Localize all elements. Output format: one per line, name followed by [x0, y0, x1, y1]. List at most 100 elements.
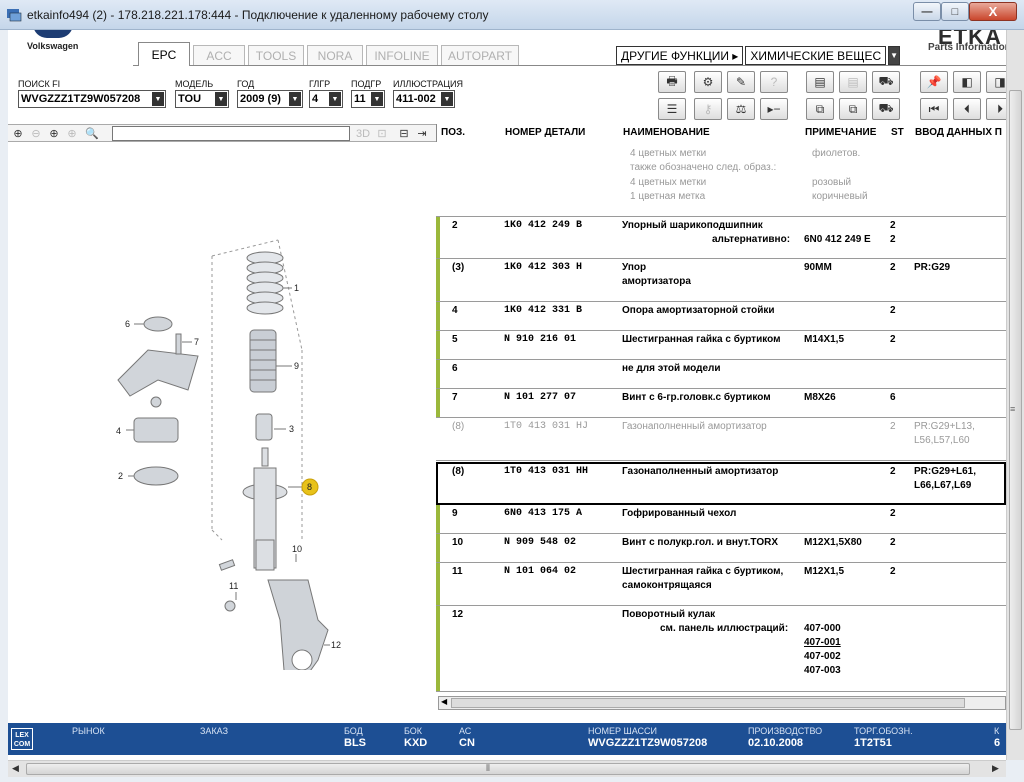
chevron-down-icon[interactable]: ▼: [888, 46, 901, 65]
bod-label: БОД: [344, 726, 363, 736]
balance-button[interactable]: ⚖: [727, 98, 755, 120]
cart-add-button[interactable]: ⛟: [872, 98, 900, 120]
illustration-link[interactable]: 407-002: [804, 651, 841, 662]
previous-button[interactable]: ⏴: [953, 98, 981, 120]
vertical-scrollbar[interactable]: ≡: [1006, 30, 1024, 760]
service-button[interactable]: ⚙: [694, 71, 722, 93]
other-functions-button[interactable]: ДРУГИЕ ФУНКЦИИ ▸: [616, 46, 744, 65]
pin-button[interactable]: 📌: [920, 71, 948, 93]
close-button[interactable]: X: [969, 2, 1017, 21]
tab-autopart[interactable]: AUTOPART: [441, 45, 519, 65]
3d-button[interactable]: 3D: [354, 126, 372, 141]
first-button[interactable]: ⏮: [920, 98, 948, 120]
model-label: МОДЕЛЬ: [175, 79, 214, 89]
help-button[interactable]: ?: [760, 71, 788, 93]
table-row[interactable]: (8) 1T0 413 031 HJ Газонаполненный аморт…: [436, 418, 1006, 461]
search-fi-select[interactable]: WVGZZZ1TZ9W057208 ▼: [18, 90, 166, 108]
subgroup-select[interactable]: 11 ▼: [351, 90, 385, 108]
scroll-left-icon[interactable]: ◀: [441, 697, 447, 706]
vin-label: НОМЕР ШАССИ: [588, 726, 658, 736]
chemicals-select[interactable]: ХИМИЧЕСКИЕ ВЕЩЕС: [745, 46, 887, 65]
scroll-right-icon[interactable]: ▶: [992, 763, 999, 774]
copy-button[interactable]: ⧉: [806, 98, 834, 120]
key-button[interactable]: ⚷: [694, 98, 722, 120]
scroll-thumb[interactable]: [451, 698, 965, 708]
row-accent: [436, 259, 440, 301]
callout-1[interactable]: 1: [294, 283, 299, 293]
column-part-number[interactable]: НОМЕР ДЕТАЛИ: [505, 127, 585, 138]
table-row[interactable]: (3) 1K0 412 303 H Упор амортизатора 90MM…: [436, 259, 1006, 302]
callout-6[interactable]: 6: [125, 319, 130, 329]
tab-infoline[interactable]: INFOLINE: [366, 45, 438, 65]
printer-icon: 🖶: [666, 73, 678, 88]
year-select[interactable]: 2009 (9) ▼: [237, 90, 303, 108]
book-icon: ◧: [961, 75, 973, 89]
zoom-reset-button[interactable]: ⊕: [64, 126, 80, 141]
tools-button[interactable]: ✎: [727, 71, 755, 93]
column-note[interactable]: ПРИМЕЧАНИЕ: [805, 127, 876, 138]
next-minus-button[interactable]: ▸−: [760, 98, 788, 120]
minimize-button[interactable]: —: [913, 2, 941, 21]
table-row[interactable]: 6 не для этой модели: [436, 360, 1006, 389]
table-row[interactable]: 4 1K0 412 331 B Опора амортизаторной сто…: [436, 302, 1006, 331]
zoom-fit-button[interactable]: ⊕: [46, 126, 62, 141]
search-fi-label: ПОИСК FI: [18, 79, 61, 89]
table-row-selected[interactable]: (8) 1T0 413 031 HH Газонаполненный аморт…: [436, 462, 1006, 505]
zoom-out-button[interactable]: ⊖: [28, 126, 44, 141]
cart-button[interactable]: ⛟: [872, 71, 900, 93]
callout-7[interactable]: 7: [194, 337, 199, 347]
paste-button[interactable]: ⧉: [839, 98, 867, 120]
table-row[interactable]: 12 Поворотный кулак см. панель иллюстрац…: [436, 606, 1006, 692]
tab-epc[interactable]: EPC: [138, 42, 190, 66]
tab-acc[interactable]: ACC: [193, 45, 245, 65]
print-button[interactable]: 🖶: [658, 71, 686, 93]
illustration-select[interactable]: 411-002 ▼: [393, 90, 455, 108]
maximize-button[interactable]: □: [941, 2, 969, 21]
callout-2[interactable]: 2: [118, 471, 123, 481]
group-select[interactable]: 4 ▼: [309, 90, 343, 108]
callout-11[interactable]: 11: [229, 581, 238, 591]
illustration-link[interactable]: 407-003: [804, 665, 841, 676]
column-input[interactable]: ВВОД ДАННЫХ П: [915, 127, 1002, 138]
tab-tools[interactable]: TOOLS: [248, 45, 304, 65]
tab-nora[interactable]: NORA: [307, 45, 363, 65]
zoom-reset-icon: ⊕: [67, 128, 77, 140]
illustration-link[interactable]: 407-000: [804, 623, 841, 634]
table-row[interactable]: 9 6N0 413 175 A Гофрированный чехол 2: [436, 505, 1006, 534]
illustration-link[interactable]: 407-001: [804, 637, 841, 648]
callout-4[interactable]: 4: [116, 426, 121, 436]
column-st[interactable]: ST: [891, 127, 904, 138]
magnifier-button[interactable]: 🔍: [84, 126, 100, 141]
zoom-in-button[interactable]: ⊕: [10, 126, 26, 141]
callout-12[interactable]: 12: [331, 640, 341, 650]
layout-button[interactable]: ⊟: [396, 126, 412, 141]
callout-3[interactable]: 3: [289, 424, 294, 434]
callout-10[interactable]: 10: [292, 544, 302, 554]
row-accent: [436, 217, 440, 258]
callout-8[interactable]: 8: [307, 482, 312, 492]
callout-9[interactable]: 9: [294, 361, 299, 371]
table-row[interactable]: 2 1K0 412 249 B Упорный шарикоподшипник …: [436, 216, 1006, 259]
table-row[interactable]: 5 N 910 216 01 Шестигранная гайка с бурт…: [436, 331, 1006, 360]
table-row[interactable]: 10 N 909 548 02 Винт с полукр.гол. и вну…: [436, 534, 1006, 563]
split-button[interactable]: ⊡: [374, 126, 390, 141]
illustration-search-input[interactable]: [112, 126, 350, 141]
table-horizontal-scrollbar[interactable]: ◀: [438, 696, 1006, 710]
horizontal-scrollbar[interactable]: ◀ ⦀ ▶: [8, 760, 1006, 777]
scroll-left-icon[interactable]: ◀: [12, 763, 19, 774]
catalog-back-button[interactable]: ◧: [953, 71, 981, 93]
3d-icon: 3D: [355, 127, 371, 140]
list-button[interactable]: ☰: [658, 98, 686, 120]
column-pos[interactable]: ПОЗ.: [441, 127, 465, 138]
next-button[interactable]: ⏵: [986, 98, 1006, 120]
depot-button[interactable]: ▤: [839, 71, 867, 93]
table-row[interactable]: 11 N 101 064 02 Шестигранная гайка с бур…: [436, 563, 1006, 606]
row-accent: [436, 389, 440, 417]
expand-button[interactable]: ⇥: [414, 126, 430, 141]
elsa-button[interactable]: ▤: [806, 71, 834, 93]
model-select[interactable]: TOU ▼: [175, 90, 229, 108]
table-row[interactable]: 7 N 101 277 07 Винт с 6-гр.головк.с бурт…: [436, 389, 1006, 418]
column-name[interactable]: НАИМЕНОВАНИЕ: [623, 127, 710, 138]
catalog-forward-button[interactable]: ◨: [986, 71, 1006, 93]
scroll-thumb[interactable]: [26, 763, 970, 775]
